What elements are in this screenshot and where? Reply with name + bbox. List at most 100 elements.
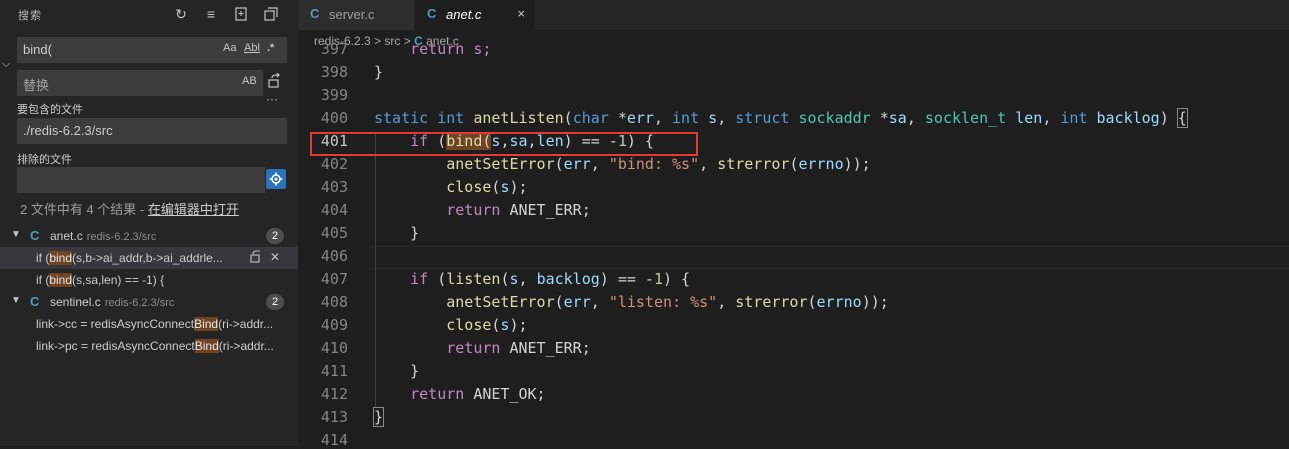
regex-icon[interactable]: .*	[267, 42, 274, 54]
line-number: 407	[320, 270, 348, 288]
match-pre: if (	[36, 273, 50, 287]
result-file-sentinel[interactable]: ▼ C sentinel.c redis-6.2.3/src 2	[0, 291, 298, 313]
toggle-replace-chevron-icon[interactable]: ⌵	[2, 58, 10, 71]
code-line: return ANET_OK;	[410, 385, 546, 403]
line-number: 397	[320, 40, 348, 58]
line-number: 409	[320, 316, 348, 334]
results-summary-text: 2 文件中有 4 个结果 -	[20, 202, 148, 217]
code-line: close(s);	[446, 316, 528, 334]
search-input[interactable]: bind( Aa Abl .*	[17, 37, 287, 63]
replace-input[interactable]: 替换 AB	[17, 70, 263, 96]
chevron-down-icon: ▼	[11, 229, 21, 240]
clear-results-icon[interactable]: ≡	[202, 5, 220, 23]
match-hit: Bind	[194, 339, 219, 353]
line-number: 408	[320, 293, 348, 311]
result-count-badge: 2	[266, 228, 284, 244]
code-line: if (listen(s, backlog) == -1) {	[410, 270, 691, 288]
chevron-down-icon: ▼	[11, 295, 21, 306]
use-exclude-settings-icon[interactable]	[266, 169, 286, 189]
replace-all-icon[interactable]	[267, 72, 283, 92]
sidebar-title: 搜索	[18, 10, 42, 22]
result-file-name: sentinel.c	[50, 295, 101, 309]
code-line: }	[374, 224, 420, 242]
tab-label: server.c	[329, 7, 375, 22]
line-number: 399	[320, 86, 348, 104]
close-tab-icon[interactable]: ×	[517, 6, 525, 21]
result-match-row[interactable]: link->cc = redisAsyncConnectBind(ri->add…	[0, 313, 298, 335]
result-file-path: redis-6.2.3/src	[86, 231, 157, 243]
result-file-label: sentinel.c redis-6.2.3/src	[50, 295, 174, 309]
line-number: 406	[320, 247, 348, 265]
result-match-text: link->cc = redisAsyncConnectBind(ri->add…	[36, 317, 298, 331]
match-hit: bind	[49, 273, 73, 287]
code-editor[interactable]: 397 398 399 400 401 402 403 404 405 406 …	[298, 40, 1289, 449]
open-in-editor-link[interactable]: 在编辑器中打开	[148, 202, 239, 217]
result-match-text: link->pc = redisAsyncConnectBind(ri->add…	[36, 339, 298, 353]
line-number: 403	[320, 178, 348, 196]
code-line: anetSetError(err, "bind: %s", strerror(e…	[446, 155, 871, 173]
current-line-highlight	[370, 246, 1289, 269]
code-line: close(s);	[446, 178, 528, 196]
match-pre: link->pc = redisAsyncConnect	[36, 339, 195, 353]
code-line: return ANET_ERR;	[446, 339, 591, 357]
match-case-icon[interactable]: Aa	[223, 42, 236, 54]
result-match-row[interactable]: if (bind(s,sa,len) == -1) {	[0, 269, 298, 291]
code-line: return s;	[374, 40, 491, 58]
tab-server-c[interactable]: C server.c	[298, 0, 414, 30]
line-number: 412	[320, 385, 348, 403]
match-post: (s,b->ai_addr,b->ai_addrle...	[72, 251, 223, 265]
result-count-badge: 2	[266, 294, 284, 310]
replace-match-icon[interactable]	[250, 250, 262, 266]
refresh-icon[interactable]: ↻	[172, 5, 190, 23]
search-input-value: bind(	[23, 42, 52, 57]
code-line: }	[372, 407, 385, 427]
result-file-label: anet.c redis-6.2.3/src	[50, 229, 156, 243]
code-line: }	[374, 362, 420, 380]
result-match-row[interactable]: if (bind(s,b->ai_addr,b->ai_addrle... ✕	[0, 247, 298, 269]
match-pre: link->cc = redisAsyncConnect	[36, 317, 195, 331]
c-file-icon: C	[310, 6, 320, 21]
match-pre: if (	[36, 251, 50, 265]
search-sidebar: 搜索 ↻ ≡ ⌵ bind( Aa Abl .* 替换 AB ··· 要包含的文…	[0, 0, 298, 446]
line-number: 404	[320, 201, 348, 219]
code-line: anetSetError(err, "listen: %s", strerror…	[446, 293, 889, 311]
result-match-row[interactable]: link->pc = redisAsyncConnectBind(ri->add…	[0, 335, 298, 357]
result-file-path: redis-6.2.3/src	[104, 297, 175, 309]
line-number: 410	[320, 339, 348, 357]
replace-placeholder: 替换	[23, 78, 50, 93]
match-post: (ri->addr...	[218, 317, 274, 331]
result-file-name: anet.c	[50, 229, 83, 243]
dismiss-match-icon[interactable]: ✕	[270, 250, 280, 266]
exclude-files-input[interactable]	[17, 167, 265, 193]
sidebar-header: 搜索 ↻ ≡	[0, 0, 298, 28]
c-file-icon: C	[427, 6, 437, 21]
more-options-icon[interactable]: ···	[266, 92, 278, 106]
new-search-editor-icon[interactable]	[232, 5, 250, 23]
sidebar-actions: ↻ ≡	[172, 5, 280, 23]
highlight-annotation-box	[310, 132, 698, 156]
include-files-input[interactable]: ./redis-6.2.3/src	[17, 118, 287, 144]
code-text: return s;	[374, 40, 492, 58]
line-number: 402	[320, 155, 348, 173]
line-number: 413	[320, 408, 348, 426]
match-post: (ri->addr...	[218, 339, 274, 353]
match-actions: ✕	[250, 250, 280, 266]
editor-area: C server.c C anet.c × redis-6.2.3 > src …	[298, 0, 1289, 449]
collapse-all-icon[interactable]	[262, 5, 280, 23]
line-number: 398	[320, 63, 348, 81]
editor-tabs: C server.c C anet.c ×	[298, 0, 1289, 30]
include-label: 要包含的文件	[17, 104, 83, 116]
tab-anet-c[interactable]: C anet.c ×	[415, 0, 535, 30]
match-whole-word-icon[interactable]: Abl	[244, 42, 260, 54]
preserve-case-icon[interactable]: AB	[242, 75, 257, 87]
match-post: (s,sa,len) == -1) {	[72, 273, 165, 287]
match-hit: bind	[49, 251, 73, 265]
line-number: 414	[320, 431, 348, 449]
line-number: 400	[320, 109, 348, 127]
code-line: return ANET_ERR;	[446, 201, 591, 219]
result-file-anet[interactable]: ▼ C anet.c redis-6.2.3/src 2	[0, 225, 298, 247]
include-files-value: ./redis-6.2.3/src	[23, 123, 113, 138]
c-file-icon: C	[30, 294, 40, 309]
tab-label: anet.c	[446, 7, 482, 22]
code-line: }	[374, 63, 384, 81]
